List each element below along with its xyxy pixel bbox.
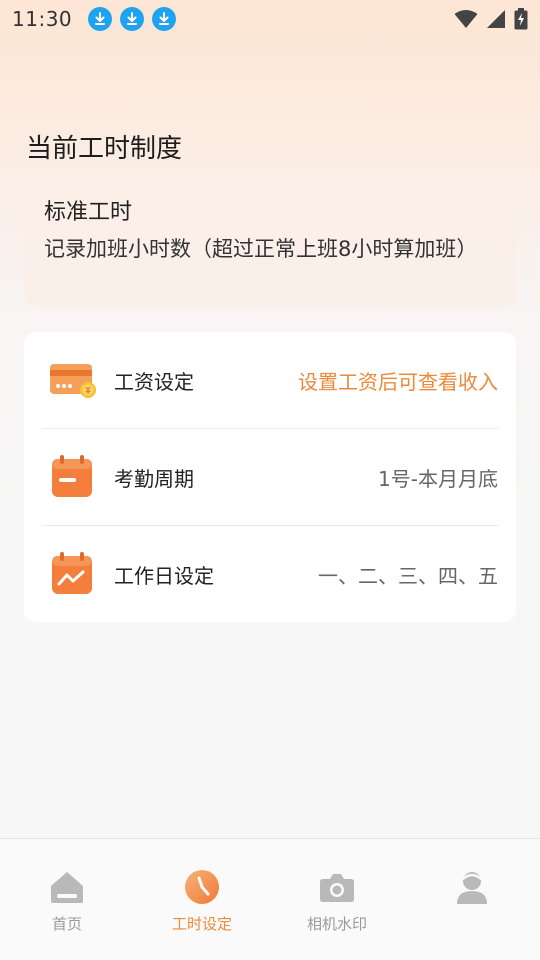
attendance-cycle-value: 1号-本月月底 xyxy=(378,466,498,491)
download-icon xyxy=(120,7,145,31)
wifi-icon xyxy=(454,10,478,28)
workday-setting-label: 工作日设定 xyxy=(114,563,214,588)
page-title: 当前工时制度 xyxy=(26,134,183,164)
salary-setting-value: 设置工资后可查看收入 xyxy=(298,369,498,394)
salary-card-icon xyxy=(50,364,96,398)
nav-item-profile[interactable] xyxy=(405,867,539,937)
settings-card: 工资设定 设置工资后可查看收入 考勤周期 1号-本月月底 工作日设定 一、二、三… xyxy=(24,332,516,622)
salary-setting-row[interactable]: 工资设定 设置工资后可查看收入 xyxy=(42,332,498,428)
calendar-chart-icon xyxy=(52,552,92,594)
status-time: 11:30 xyxy=(12,7,73,31)
profile-icon xyxy=(457,872,487,904)
nav-label-work-hours: 工时设定 xyxy=(171,915,232,933)
clock-icon xyxy=(185,870,219,904)
work-system-description: 记录加班小时数（超过正常上班8小时算加班） xyxy=(44,237,478,261)
workday-setting-value: 一、二、三、四、五 xyxy=(318,563,498,588)
battery-charging-icon xyxy=(514,8,528,30)
calendar-icon xyxy=(52,455,92,497)
nav-label-home: 首页 xyxy=(51,915,82,933)
work-system-card[interactable]: 标准工时 记录加班小时数（超过正常上班8小时算加班） xyxy=(24,180,516,307)
download-icon xyxy=(152,7,177,31)
salary-setting-label: 工资设定 xyxy=(114,369,194,394)
attendance-cycle-row[interactable]: 考勤周期 1号-本月月底 xyxy=(42,429,498,525)
nav-item-camera-watermark[interactable]: 相机水印 xyxy=(270,867,404,937)
download-icon xyxy=(88,7,113,31)
status-bar: 11:30 xyxy=(0,0,540,38)
workday-setting-row[interactable]: 工作日设定 一、二、三、四、五 xyxy=(42,526,498,622)
attendance-cycle-label: 考勤周期 xyxy=(114,466,194,491)
home-icon xyxy=(51,872,83,903)
work-system-name: 标准工时 xyxy=(44,200,133,225)
nav-label-camera-watermark: 相机水印 xyxy=(306,915,367,933)
nav-item-home[interactable]: 首页 xyxy=(0,867,134,937)
bottom-nav: 首页 工时设定 相机水印 xyxy=(0,838,540,960)
nav-item-work-hours[interactable]: 工时设定 xyxy=(135,867,269,937)
camera-icon xyxy=(320,874,354,902)
cellular-signal-icon xyxy=(487,10,505,28)
